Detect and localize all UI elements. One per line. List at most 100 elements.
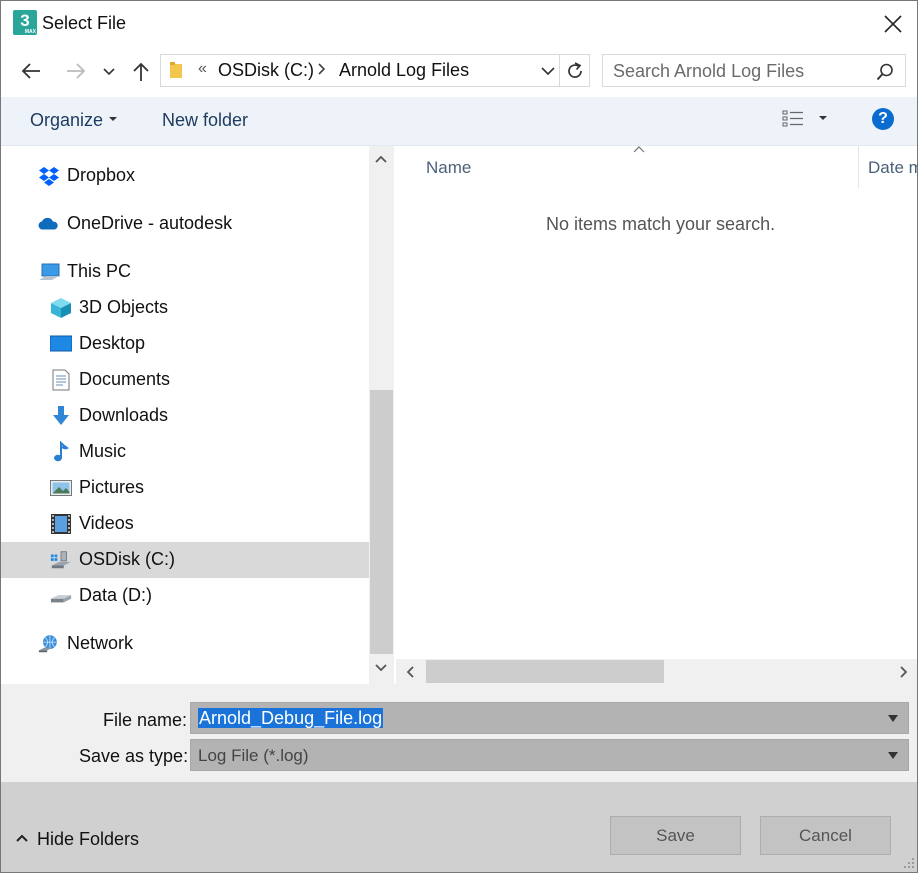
nav-item-label: Videos xyxy=(79,513,134,533)
title-bar: 3 MAX Select File xyxy=(1,1,917,47)
back-arrow-icon xyxy=(21,63,40,79)
forward-button[interactable] xyxy=(62,57,90,85)
new-folder-button[interactable]: New folder xyxy=(162,110,248,131)
nav-item-music[interactable]: Music xyxy=(1,434,369,470)
breadcrumb-item-arnold-log-files[interactable]: Arnold Log Files xyxy=(339,60,469,81)
nav-item-label: Desktop xyxy=(79,333,146,353)
chevron-up-icon xyxy=(16,834,28,842)
3ds-max-icon: 3 MAX xyxy=(13,10,37,35)
nav-item-label: Dropbox xyxy=(67,165,136,185)
refresh-icon xyxy=(568,62,582,78)
save-as-type-label: Save as type: xyxy=(79,746,189,766)
nav-item-label: Documents xyxy=(79,369,171,389)
nav-item-3d-objects[interactable]: 3D Objects xyxy=(1,290,369,326)
navigation-pane-scrollbar[interactable] xyxy=(369,146,394,684)
column-divider[interactable] xyxy=(858,146,859,188)
column-header-date-modified[interactable]: Date m xyxy=(868,158,918,178)
cancel-button[interactable]: Cancel xyxy=(760,816,891,855)
breadcrumb-chevron-icon[interactable] xyxy=(317,61,327,82)
file-list-horizontal-scrollbar[interactable] xyxy=(396,659,917,684)
chevron-down-icon xyxy=(103,68,115,76)
nav-item-onedrive[interactable]: OneDrive - autodesk xyxy=(1,206,369,242)
organize-button[interactable]: Organize xyxy=(30,110,118,131)
back-button[interactable] xyxy=(17,57,45,85)
details-view-icon xyxy=(782,110,827,127)
command-bar: Organize New folder ? xyxy=(1,97,917,146)
address-bar[interactable]: « OSDisk (C:) Arnold Log Files xyxy=(160,54,560,87)
column-header-name[interactable]: Name xyxy=(426,158,471,178)
hide-folders-button[interactable]: Hide Folders xyxy=(15,829,139,850)
file-name-input[interactable]: Arnold_Debug_File.log xyxy=(198,708,384,729)
scroll-down-icon[interactable] xyxy=(374,663,388,673)
this-pc-icon xyxy=(39,263,60,280)
nav-item-documents[interactable]: Documents xyxy=(1,362,369,398)
search-input[interactable] xyxy=(613,59,863,83)
breadcrumb-item-osdisk[interactable]: OSDisk (C:) xyxy=(218,60,314,81)
nav-item-label: 3D Objects xyxy=(79,297,169,317)
nav-item-label: Data (D:) xyxy=(79,585,153,605)
onedrive-icon xyxy=(38,217,58,230)
scroll-right-icon[interactable] xyxy=(898,665,908,679)
documents-icon xyxy=(52,369,70,391)
save-as-type-value: Log File (*.log) xyxy=(198,746,309,765)
nav-item-network[interactable]: Network xyxy=(1,626,369,662)
nav-item-downloads[interactable]: Downloads xyxy=(1,398,369,434)
forward-arrow-icon xyxy=(67,63,86,79)
nav-item-this-pc[interactable]: This PC xyxy=(1,254,369,290)
scrollbar-thumb[interactable] xyxy=(370,390,393,654)
close-button[interactable] xyxy=(871,5,915,43)
app-icon-glyph: 3 xyxy=(20,11,30,30)
change-view-button[interactable] xyxy=(781,108,831,134)
search-icon[interactable] xyxy=(876,63,894,81)
up-arrow-icon xyxy=(133,62,149,81)
desktop-icon xyxy=(50,335,72,352)
file-name-combobox[interactable]: Arnold_Debug_File.log xyxy=(190,702,909,734)
search-box[interactable] xyxy=(602,54,906,87)
dropdown-arrow-icon[interactable] xyxy=(888,715,898,722)
up-button[interactable] xyxy=(127,57,155,85)
nav-item-osdisk[interactable]: OSDisk (C:) xyxy=(1,542,369,578)
dropbox-icon xyxy=(39,167,59,186)
nav-item-videos[interactable]: Videos xyxy=(1,506,369,542)
dropdown-arrow-icon[interactable] xyxy=(888,752,898,759)
empty-message: No items match your search. xyxy=(546,214,776,234)
scroll-up-icon[interactable] xyxy=(374,154,388,164)
drive-icon xyxy=(50,595,72,603)
close-icon xyxy=(884,15,902,33)
nav-item-pictures[interactable]: Pictures xyxy=(1,470,369,506)
address-dropdown-icon[interactable] xyxy=(538,61,558,81)
app-icon-sub: MAX xyxy=(24,29,36,35)
file-form-area: File name: Arnold_Debug_File.log Save as… xyxy=(1,684,917,782)
nav-item-desktop[interactable]: Desktop xyxy=(1,326,369,362)
resize-grip-icon[interactable] xyxy=(903,857,915,869)
nav-item-label: OSDisk (C:) xyxy=(79,549,175,569)
refresh-button[interactable] xyxy=(560,54,590,87)
hide-folders-label: Hide Folders xyxy=(37,829,140,849)
nav-item-label: This PC xyxy=(67,261,132,281)
nav-item-label: OneDrive - autodesk xyxy=(67,213,233,233)
nav-item-label: Pictures xyxy=(79,477,145,497)
file-name-label: File name: xyxy=(103,710,188,730)
file-list-pane[interactable]: Name Date m No items match your search. xyxy=(396,146,918,659)
window-title: Select File xyxy=(42,13,127,33)
videos-icon xyxy=(51,514,71,534)
nav-item-label: Music xyxy=(79,441,127,461)
nav-item-data-d[interactable]: Data (D:) xyxy=(1,578,369,614)
nav-item-dropbox[interactable]: Dropbox xyxy=(1,158,369,194)
help-button[interactable]: ? xyxy=(872,108,894,130)
music-icon xyxy=(54,441,69,462)
downloads-icon xyxy=(53,406,69,425)
nav-item-label: Downloads xyxy=(79,405,169,425)
sort-ascending-icon xyxy=(633,146,645,153)
navigation-pane: Dropbox OneDrive - autodesk This PC 3D O… xyxy=(1,146,369,684)
os-disk-icon xyxy=(50,551,72,569)
organize-label: Organize xyxy=(30,110,104,130)
save-as-type-select[interactable]: Log File (*.log) xyxy=(190,739,909,771)
scroll-left-icon[interactable] xyxy=(406,665,416,679)
scrollbar-thumb[interactable] xyxy=(426,660,664,683)
recent-locations-button[interactable] xyxy=(100,57,120,85)
3d-objects-icon xyxy=(51,298,71,318)
save-button[interactable]: Save xyxy=(610,816,741,855)
file-name-value: Arnold_Debug_File.log xyxy=(198,708,384,728)
breadcrumb-overflow[interactable]: « xyxy=(198,60,207,78)
